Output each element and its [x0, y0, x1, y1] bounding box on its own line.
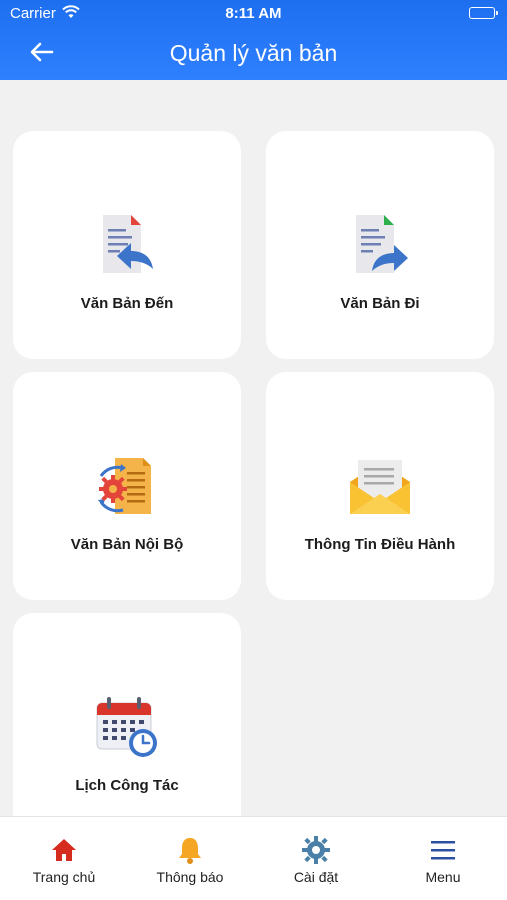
tab-bar: Trang chủ Thông báo Cài đặt Menu [0, 816, 507, 900]
gear-icon [301, 835, 331, 865]
menu-icon [428, 835, 458, 865]
outgoing-document-icon [346, 211, 414, 279]
page-title: Quản lý văn bản [169, 40, 338, 66]
home-icon [49, 835, 79, 865]
card-label: Văn Bản Nội Bộ [70, 536, 184, 553]
tab-menu[interactable]: Menu [380, 817, 506, 900]
calendar-clock-icon [93, 693, 161, 761]
tab-label: Thông báo [156, 869, 224, 885]
envelope-icon [346, 452, 414, 520]
status-bar: Carrier 8:11 AM [0, 0, 507, 28]
tab-label: Menu [425, 869, 461, 885]
app-header: Carrier 8:11 AM Quản lý văn bản [0, 0, 507, 80]
card-work-schedule[interactable]: Lịch Công Tác [13, 613, 241, 841]
internal-document-icon [93, 452, 161, 520]
card-label: Thông Tin Điều Hành [304, 536, 456, 553]
incoming-document-icon [93, 211, 161, 279]
tab-settings[interactable]: Cài đặt [253, 817, 379, 900]
card-incoming-documents[interactable]: Văn Bản Đến [13, 131, 241, 359]
bell-icon [175, 835, 205, 865]
tab-notifications[interactable]: Thông báo [127, 817, 253, 900]
tab-home[interactable]: Trang chủ [1, 817, 127, 900]
card-internal-documents[interactable]: Văn Bản Nội Bộ [13, 372, 241, 600]
card-outgoing-documents[interactable]: Văn Bản Đi [266, 131, 494, 359]
battery-icon [469, 7, 498, 19]
card-executive-info[interactable]: Thông Tin Điều Hành [266, 372, 494, 600]
card-label: Văn Bản Đi [340, 295, 420, 312]
card-label: Văn Bản Đến [80, 295, 174, 312]
tab-label: Trang chủ [32, 869, 96, 885]
clock-time: 8:11 AM [225, 5, 282, 22]
card-label: Lịch Công Tác [75, 777, 179, 794]
tab-label: Cài đặt [293, 869, 339, 885]
